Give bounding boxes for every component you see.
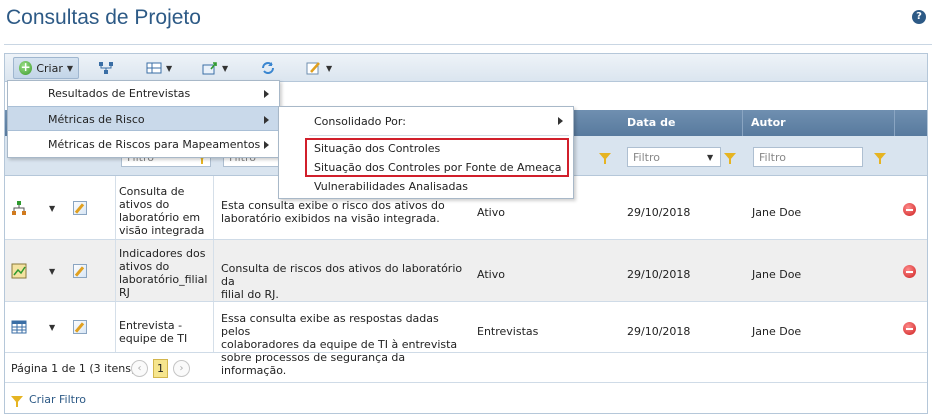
edit-icon [306,62,320,75]
filter-icon [11,396,23,407]
filter-icon[interactable] [599,153,611,164]
chevron-down-icon: ▼ [222,63,229,73]
filter-icon[interactable] [874,153,886,164]
filter-icon[interactable] [724,153,736,164]
current-page[interactable]: 1 [153,359,168,378]
submenu-item-vulnerabilities[interactable]: Vulnerabilidades Analisadas [314,180,468,193]
filter-input-author[interactable]: Filtro [753,147,863,167]
plus-icon: + [19,60,33,75]
chevron-right-icon [264,90,269,98]
pager-summary: Página 1 de 1 (3 itens) [11,362,136,375]
row-description: Esta consulta exibe o risco dos ativos d… [221,199,445,225]
column-header-author[interactable]: Autor [743,110,895,136]
grid-toolbar: + Criar ▼ ▼ ▼ ▼ [5,54,927,82]
menu-item-mapping-risk-metrics[interactable]: Métricas de Riscos para Mapeamentos [8,132,279,157]
title-divider [4,44,932,45]
refresh-button[interactable] [255,57,281,79]
highlight-box [305,138,569,177]
menu-divider [309,135,569,136]
chevron-right-icon [264,141,269,149]
create-button[interactable]: + Criar ▼ [13,57,79,79]
next-page-button[interactable]: › [173,360,190,377]
edit-button[interactable]: ▼ [301,57,337,79]
chevron-down-icon: ▼ [66,63,73,73]
hierarchy-button[interactable] [93,57,119,79]
submenu-consolidated-by[interactable]: Consolidado Por: [314,115,406,128]
table-icon [11,320,27,334]
chevron-down-icon: ▼ [166,63,173,73]
row-date: 29/10/2018 [627,206,691,219]
column-header-updated[interactable]: Data de Atualização [619,110,743,155]
edit-icon[interactable] [73,264,87,278]
row-menu-chevron-icon[interactable]: ▼ [49,204,55,213]
table-row[interactable]: ▼ Entrevista - equipe de TI Essa consulta… [5,302,927,377]
layout-button[interactable]: ▼ [141,57,177,79]
menu-item-interview-results[interactable]: Resultados de Entrevistas [8,81,279,106]
row-author: Jane Doe [752,325,802,338]
edit-icon[interactable] [73,320,87,334]
row-menu-chevron-icon[interactable]: ▼ [49,323,55,332]
row-author: Jane Doe [752,206,802,219]
row-author: Jane Doe [752,268,802,281]
row-name: Consulta de ativos do laboratório em visão… [119,185,205,237]
chevron-right-icon [264,116,269,124]
menu-item-risk-metrics[interactable]: Métricas de Risco [8,106,279,131]
page-title: Consultas de Projeto [6,6,201,29]
grid-layout-icon [146,62,162,74]
row-description: Consulta de riscos dos ativos do laborat… [221,262,463,301]
export-button[interactable]: ▼ [197,57,233,79]
edit-icon[interactable] [73,201,87,215]
row-type: Ativo [477,206,505,219]
row-name: Entrevista - equipe de TI [119,319,188,345]
chevron-down-icon[interactable]: ▼ [707,153,713,162]
export-icon [202,62,217,75]
row-type: Ativo [477,268,505,281]
row-menu-chevron-icon[interactable]: ▼ [49,267,55,276]
refresh-icon [262,62,274,74]
pager: Página 1 de 1 (3 itens) ‹ 1 › [5,353,927,383]
chevron-right-icon [558,117,563,125]
delete-icon[interactable] [903,203,916,216]
table-row[interactable]: ▼ Indicadores dos ativos do laboratório_f… [5,240,927,302]
chevron-down-icon: ▼ [326,63,333,73]
delete-icon[interactable] [903,322,916,335]
create-menu: Resultados de Entrevistas Métricas de Ri… [7,80,280,158]
prev-page-button[interactable]: ‹ [131,360,148,377]
chart-icon [11,263,27,279]
row-date: 29/10/2018 [627,268,691,281]
row-date: 29/10/2018 [627,325,691,338]
delete-icon[interactable] [903,265,916,278]
hierarchy-icon [12,201,26,215]
create-filter-label: Criar Filtro [29,393,86,406]
create-filter-link[interactable]: Criar Filtro [11,393,86,407]
row-type: Entrevistas [477,325,539,338]
row-name: Indicadores dos ativos do laboratório_fil… [119,247,208,299]
help-icon[interactable]: ? [912,10,926,24]
hierarchy-icon [99,62,113,74]
create-button-label: Criar [36,61,63,75]
